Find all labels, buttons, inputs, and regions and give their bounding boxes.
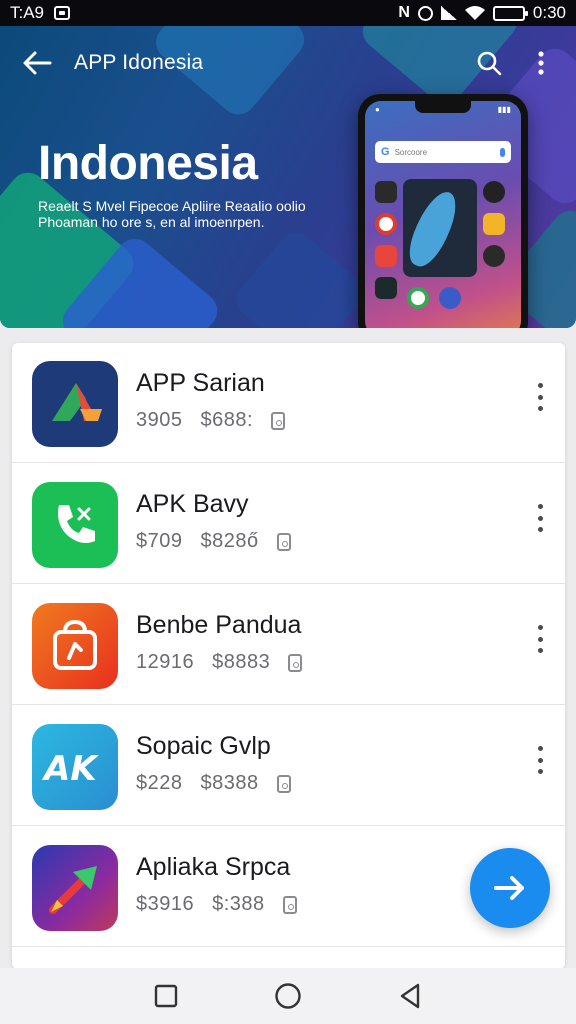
app-size: $828ő: [200, 530, 259, 552]
nfc-icon: N: [398, 4, 410, 21]
circle-icon: [275, 983, 301, 1009]
next-fab-button[interactable]: [470, 848, 550, 928]
app-size: $8388: [200, 772, 259, 794]
app-size: $688:: [200, 409, 254, 431]
app-bar: APP Idonesia: [0, 26, 576, 100]
phone-search-bar: G Sorcoore: [375, 141, 511, 163]
app-downloads: $3916: [136, 893, 195, 915]
phone-widget: [403, 179, 477, 277]
list-item[interactable]: APK Bavy $709 $828ő: [12, 464, 565, 584]
list-item[interactable]: Benbe Pandua 12916 $8883: [12, 585, 565, 705]
status-clock: 0:30: [532, 3, 566, 22]
overflow-menu-button[interactable]: [526, 48, 556, 78]
app-size: $:388: [212, 893, 265, 915]
phone-mockup: ● ▮▮▮ G Sorcoore: [358, 94, 528, 328]
chrome-icon: [407, 287, 429, 309]
mic-icon: [500, 147, 505, 157]
app-name: Benbe Pandua: [136, 611, 302, 639]
package-icon: [276, 774, 291, 793]
package-icon: [276, 532, 291, 551]
app-name: Apliaka Srpca: [136, 853, 291, 881]
list-item[interactable]: AK Sopaic Gvlp $228 $8388: [12, 706, 565, 826]
more-vert-icon: [538, 51, 544, 75]
list-item[interactable]: APP Sarian 3905 $688:: [12, 343, 565, 463]
phone-app-icon: [375, 277, 397, 299]
signal-icon: [440, 6, 457, 20]
app-downloads: 12916: [136, 651, 195, 673]
battery-icon: [492, 5, 528, 21]
status-bar: T:A9 N 0:30: [0, 0, 576, 26]
back-nav-button[interactable]: [395, 981, 425, 1011]
back-button[interactable]: [20, 46, 54, 80]
alarm-icon: [417, 5, 433, 21]
wifi-icon: [464, 6, 485, 20]
phone-icon: [32, 482, 118, 568]
message-notification-icon: [54, 6, 71, 20]
hero-banner: APP Idonesia Indonesia Reaelt S Mvel Fip…: [0, 26, 576, 328]
shopping-bag-icon: [32, 603, 118, 689]
app-size: $8883: [212, 651, 271, 673]
rocket-arrow-icon: [32, 845, 118, 931]
more-options-button[interactable]: [533, 379, 547, 415]
phone-app-icon: [375, 245, 397, 267]
more-options-button[interactable]: [533, 742, 547, 778]
ak-logo-icon: AK: [32, 724, 118, 810]
phone-app-icon: [483, 213, 505, 235]
app-downloads: $228: [136, 772, 183, 794]
app-name: APK Bavy: [136, 490, 249, 518]
home-button[interactable]: [273, 981, 303, 1011]
arrow-right-icon: [494, 876, 524, 900]
app-downloads: $709: [136, 530, 183, 552]
phone-screen: ● ▮▮▮ G Sorcoore: [365, 101, 521, 328]
triangle-back-icon: [400, 983, 420, 1009]
phone-app-icon: [483, 181, 505, 203]
more-options-button[interactable]: [533, 621, 547, 657]
google-logo-icon: G: [381, 146, 390, 158]
phone-search-placeholder: Sorcoore: [394, 147, 428, 157]
package-icon: [288, 653, 303, 672]
more-options-button[interactable]: [533, 500, 547, 536]
status-time: T:A9: [10, 3, 45, 22]
phone-app-icon: [483, 245, 505, 267]
system-nav-bar: [0, 968, 576, 1024]
page-title: APP Idonesia: [74, 51, 204, 74]
square-icon: [154, 984, 178, 1008]
package-icon: [271, 411, 286, 430]
hero-title: Indonesia: [38, 137, 258, 190]
svg-text:AK: AK: [41, 749, 99, 789]
back-arrow-icon: [23, 51, 52, 75]
app-name: Sopaic Gvlp: [136, 732, 271, 760]
phone-app-icon: [375, 181, 397, 203]
search-icon: [477, 51, 502, 76]
recents-button[interactable]: [151, 981, 181, 1011]
package-icon: [282, 895, 297, 914]
app-name: APP Sarian: [136, 369, 265, 397]
arrow-a-logo-icon: [32, 361, 118, 447]
hero-subtitle: Reaelt S Mvel Fipecoe Apliire Reaalio oo…: [38, 198, 306, 230]
search-button[interactable]: [474, 48, 504, 78]
chrome-icon: [375, 213, 397, 235]
phone-app-icon: [439, 287, 461, 309]
app-downloads: 3905: [136, 409, 183, 431]
